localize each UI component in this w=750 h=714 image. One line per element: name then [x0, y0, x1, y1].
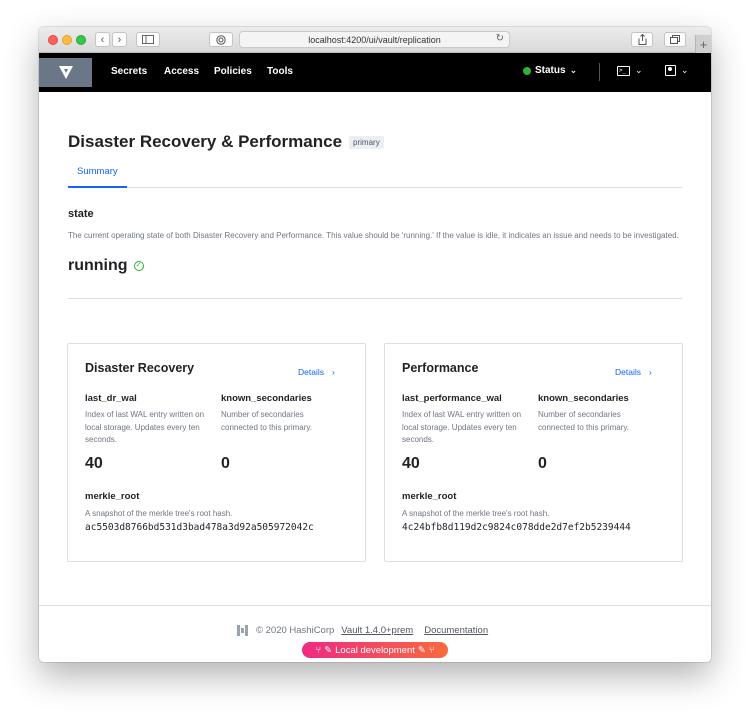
plus-icon: + — [699, 36, 708, 52]
close-window-button[interactable] — [48, 35, 58, 45]
tab-summary[interactable]: Summary — [68, 158, 127, 188]
merkle-root-value: ac5503d8766bd531d3bad478a3d92a505972042c — [85, 522, 314, 533]
state-value-text: running — [68, 257, 128, 274]
known-secondaries-label: known_secondaries — [538, 393, 629, 404]
pencil-icon: ✎ — [417, 644, 426, 656]
nav-secrets[interactable]: Secrets — [111, 66, 147, 77]
section-divider — [68, 298, 682, 299]
branch-icon: ⑂ — [315, 644, 322, 656]
share-icon — [638, 34, 646, 45]
nav-access[interactable]: Access — [164, 66, 199, 77]
sidebar-toggle-button[interactable] — [136, 32, 160, 47]
last-dr-wal-help: Index of last WAL entry written on local… — [85, 410, 205, 444]
merkle-root-help: A snapshot of the merkle tree's root has… — [85, 509, 233, 518]
user-icon — [665, 65, 676, 76]
known-secondaries-value: 0 — [538, 455, 547, 472]
url-text: localhost:4200/ui/vault/replication — [308, 34, 441, 45]
minimize-window-button[interactable] — [62, 35, 72, 45]
copyright-text: © 2020 HashiCorp — [256, 625, 335, 636]
state-help-text: The current operating state of both Disa… — [68, 231, 679, 240]
known-secondaries-help: Number of secondaries connected to this … — [538, 410, 630, 432]
branch-icon: ⑂ — [428, 644, 435, 656]
chevron-down-icon: ⌄ — [569, 65, 578, 75]
merkle-root-label: merkle_root — [402, 491, 457, 502]
chevron-right-icon: › — [117, 33, 122, 46]
page-content: Disaster Recovery & Performance primary … — [39, 92, 711, 662]
card-title: Performance — [402, 361, 479, 375]
last-dr-wal-value: 40 — [85, 455, 103, 472]
privacy-button[interactable] — [209, 32, 233, 47]
documentation-link[interactable]: Documentation — [424, 625, 488, 636]
environment-label: Local development — [335, 644, 415, 656]
last-performance-wal-label: last_performance_wal — [402, 393, 502, 404]
status-menu[interactable]: Status ⌄ — [523, 65, 577, 76]
terminal-icon: >_ — [617, 65, 630, 76]
chevron-down-icon: ⌄ — [681, 65, 689, 75]
browser-window: ‹ › localhost:4200/ui/vault/replication … — [39, 27, 711, 662]
vault-logo-link[interactable] — [39, 58, 92, 87]
merkle-root-label: merkle_root — [85, 491, 140, 502]
back-button[interactable]: ‹ — [95, 32, 110, 47]
chevron-right-icon: › — [648, 367, 652, 377]
app-navbar: Secrets Access Policies Tools Status ⌄ >… — [39, 53, 711, 92]
nav-divider — [599, 63, 600, 81]
page-footer: © 2020 HashiCorp Vault 1.4.0+prem Docume… — [39, 605, 711, 662]
environment-banner: ⑂ ✎ Local development ✎ ⑂ — [302, 642, 448, 658]
new-tab-button[interactable]: + — [695, 35, 711, 53]
details-label: Details — [615, 367, 641, 377]
card-title: Disaster Recovery — [85, 361, 195, 375]
merkle-root-value: 4c24bfb8d119d2c9824c078dde2d7ef2b5239444 — [402, 522, 631, 533]
chevron-down-icon: ⌄ — [635, 65, 643, 75]
user-menu[interactable]: ⌄ — [665, 65, 689, 76]
state-value: running ✓ — [68, 257, 144, 275]
chevron-left-icon: ‹ — [100, 33, 105, 46]
pencil-icon: ✎ — [324, 644, 333, 656]
privacy-shield-icon — [216, 34, 226, 45]
forward-button[interactable]: › — [112, 32, 127, 47]
performance-details-link[interactable]: Details › — [615, 367, 652, 377]
zoom-window-button[interactable] — [76, 35, 86, 45]
tabs-overview-button[interactable] — [664, 32, 686, 47]
address-bar[interactable]: localhost:4200/ui/vault/replication ↻ — [239, 31, 510, 48]
console-toggle[interactable]: >_ ⌄ — [617, 65, 643, 76]
sidebar-icon — [142, 35, 154, 44]
state-label: state — [68, 208, 94, 220]
reload-icon[interactable]: ↻ — [496, 33, 504, 44]
check-circle-icon: ✓ — [133, 261, 144, 271]
chevron-right-icon: › — [331, 367, 335, 377]
last-dr-wal-label: last_dr_wal — [85, 393, 137, 404]
status-indicator-icon — [523, 66, 531, 75]
page-title-text: Disaster Recovery & Performance — [68, 132, 343, 151]
dr-details-link[interactable]: Details › — [298, 367, 335, 377]
hashicorp-logo-icon — [236, 624, 249, 637]
tabs-icon — [670, 35, 680, 44]
known-secondaries-value: 0 — [221, 455, 230, 472]
status-label: Status — [535, 65, 566, 76]
dr-summary-card: Disaster Recovery Details › last_dr_wal … — [67, 343, 366, 562]
tab-bar: Summary — [68, 158, 682, 188]
footer-row: © 2020 HashiCorp Vault 1.4.0+prem Docume… — [236, 624, 488, 637]
vault-version-link[interactable]: Vault 1.4.0+prem — [341, 625, 413, 636]
nav-policies[interactable]: Policies — [214, 66, 252, 77]
performance-summary-card: Performance Details › last_performance_w… — [384, 343, 683, 562]
cluster-role-badge: primary — [349, 135, 384, 149]
browser-toolbar: ‹ › localhost:4200/ui/vault/replication … — [39, 27, 711, 53]
last-performance-wal-help: Index of last WAL entry written on local… — [402, 410, 522, 444]
known-secondaries-label: known_secondaries — [221, 393, 312, 404]
nav-tools[interactable]: Tools — [267, 66, 293, 77]
last-performance-wal-value: 40 — [402, 455, 420, 472]
page-title: Disaster Recovery & Performance primary — [68, 132, 384, 152]
share-button[interactable] — [631, 32, 653, 47]
merkle-root-help: A snapshot of the merkle tree's root has… — [402, 509, 550, 518]
vault-logo-icon — [58, 66, 73, 79]
known-secondaries-help: Number of secondaries connected to this … — [221, 410, 313, 432]
details-label: Details — [298, 367, 324, 377]
